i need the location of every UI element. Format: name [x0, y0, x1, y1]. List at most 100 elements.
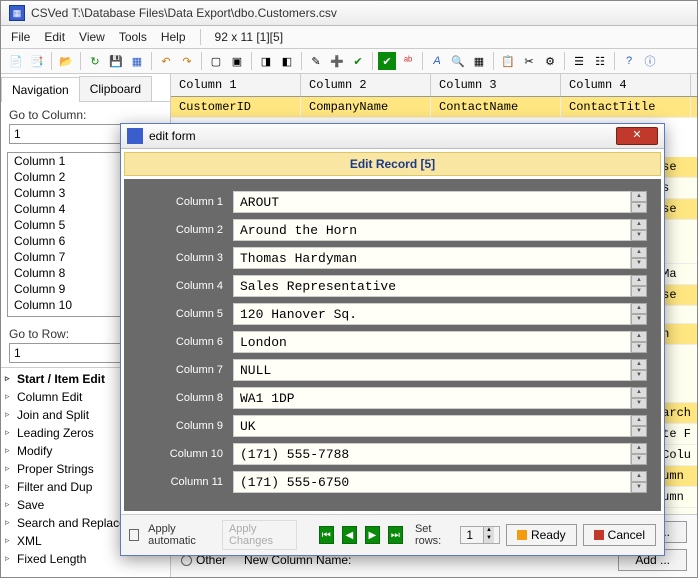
- ab-icon[interactable]: ᵃᵇ: [399, 52, 417, 70]
- cell[interactable]: CustomerID: [171, 97, 301, 117]
- field-input-4[interactable]: [233, 275, 631, 297]
- spinner[interactable]: ▲▼: [631, 219, 647, 241]
- menu-view[interactable]: View: [79, 30, 105, 44]
- cancel-button[interactable]: Cancel: [583, 524, 656, 546]
- new-icon[interactable]: 📄: [7, 52, 25, 70]
- field-row-9: Column 9▲▼: [138, 415, 647, 437]
- prev-record-button[interactable]: ◀: [342, 526, 357, 544]
- save-icon[interactable]: 💾: [107, 52, 125, 70]
- field-input-1[interactable]: [233, 191, 631, 213]
- window-title: CSVed T:\Database Files\Data Export\dbo.…: [31, 6, 337, 20]
- spinner[interactable]: ▲▼: [631, 247, 647, 269]
- ready-button[interactable]: Ready: [506, 524, 577, 546]
- spinner[interactable]: ▲▼: [631, 471, 647, 493]
- dialog-title: edit form: [149, 129, 196, 143]
- first-record-button[interactable]: ⏮: [319, 526, 334, 544]
- next-record-button[interactable]: ▶: [365, 526, 380, 544]
- field-row-2: Column 2▲▼: [138, 219, 647, 241]
- menu-edit[interactable]: Edit: [44, 30, 65, 44]
- field-input-11[interactable]: [233, 471, 631, 493]
- field-row-10: Column 10▲▼: [138, 443, 647, 465]
- table-row[interactable]: CustomerID CompanyName ContactName Conta…: [171, 97, 697, 118]
- search-icon[interactable]: 🔍: [449, 52, 467, 70]
- spinner[interactable]: ▲▼: [631, 359, 647, 381]
- menubar: File Edit View Tools Help 92 x 11 [1][5]: [1, 26, 697, 49]
- file-stats: 92 x 11 [1][5]: [215, 30, 284, 44]
- save-all-icon[interactable]: ▦: [128, 52, 146, 70]
- undo-icon[interactable]: ↶: [157, 52, 175, 70]
- apply-auto-label: Apply automatic: [148, 523, 212, 547]
- cell[interactable]: CompanyName: [301, 97, 431, 117]
- menu-help[interactable]: Help: [161, 30, 186, 44]
- field-input-7[interactable]: [233, 359, 631, 381]
- spinner[interactable]: ▲▼: [631, 331, 647, 353]
- help-icon[interactable]: ?: [620, 52, 638, 70]
- dialog-titlebar[interactable]: edit form ✕: [121, 124, 664, 149]
- dialog-icon: [127, 128, 143, 144]
- field-row-6: Column 6▲▼: [138, 331, 647, 353]
- list-icon[interactable]: ☰: [570, 52, 588, 70]
- redo-icon[interactable]: ↷: [178, 52, 196, 70]
- dialog-footer: Apply automatic Apply Changes ⏮ ◀ ▶ ⏭ Se…: [121, 514, 664, 555]
- spinner[interactable]: ▲▼: [631, 387, 647, 409]
- settings-icon[interactable]: ✂: [520, 52, 538, 70]
- info-icon[interactable]: ⓘ: [641, 52, 659, 70]
- last-record-button[interactable]: ⏭: [388, 526, 403, 544]
- set-rows-label: Set rows:: [415, 523, 452, 547]
- col-header[interactable]: Column 4: [561, 74, 691, 96]
- gear-icon[interactable]: ⚙: [541, 52, 559, 70]
- grid-header-row: Column 1 Column 2 Column 3 Column 4: [171, 74, 697, 97]
- field-input-10[interactable]: [233, 443, 631, 465]
- spinner[interactable]: ▲▼: [631, 275, 647, 297]
- tool-d-icon[interactable]: ◧: [278, 52, 296, 70]
- font-icon[interactable]: A: [428, 52, 446, 70]
- col-header[interactable]: Column 3: [431, 74, 561, 96]
- field-row-11: Column 11▲▼: [138, 471, 647, 493]
- tab-clipboard[interactable]: Clipboard: [79, 76, 152, 101]
- field-input-9[interactable]: [233, 415, 631, 437]
- field-input-3[interactable]: [233, 247, 631, 269]
- cell[interactable]: ContactName: [431, 97, 561, 117]
- apply-changes-button[interactable]: Apply Changes: [222, 520, 297, 550]
- close-button[interactable]: ✕: [616, 127, 658, 145]
- edit-icon[interactable]: ✎: [307, 52, 325, 70]
- apply-auto-check[interactable]: [129, 529, 139, 541]
- set-rows-spinner[interactable]: 1▲▼: [460, 526, 500, 544]
- field-row-8: Column 8▲▼: [138, 387, 647, 409]
- field-row-5: Column 5▲▼: [138, 303, 647, 325]
- tab-navigation[interactable]: Navigation: [1, 77, 80, 102]
- spinner[interactable]: ▲▼: [631, 415, 647, 437]
- col-header[interactable]: Column 1: [171, 74, 301, 96]
- field-input-6[interactable]: [233, 331, 631, 353]
- edit-form-dialog: edit form ✕ Edit Record [5] Column 1▲▼ C…: [120, 123, 665, 556]
- tool-b-icon[interactable]: ▣: [228, 52, 246, 70]
- view-icon[interactable]: ▦: [470, 52, 488, 70]
- check2-icon[interactable]: ✔: [378, 52, 396, 70]
- list2-icon[interactable]: ☷: [591, 52, 609, 70]
- spinner[interactable]: ▲▼: [631, 303, 647, 325]
- menu-tools[interactable]: Tools: [119, 30, 147, 44]
- check-icon[interactable]: ✔: [349, 52, 367, 70]
- goto-row-label: Go to Row:: [9, 327, 69, 341]
- tool-c-icon[interactable]: ◨: [257, 52, 275, 70]
- spinner[interactable]: ▲▼: [631, 443, 647, 465]
- field-row-7: Column 7▲▼: [138, 359, 647, 381]
- refresh-icon[interactable]: ↻: [86, 52, 104, 70]
- copy-icon[interactable]: 📑: [28, 52, 46, 70]
- export-icon[interactable]: 📋: [499, 52, 517, 70]
- field-row-4: Column 4▲▼: [138, 275, 647, 297]
- open-icon[interactable]: 📂: [57, 52, 75, 70]
- field-input-5[interactable]: [233, 303, 631, 325]
- field-input-2[interactable]: [233, 219, 631, 241]
- goto-column-label: Go to Column:: [9, 108, 86, 122]
- dialog-header: Edit Record [5]: [124, 152, 661, 176]
- app-icon: ▦: [9, 5, 25, 21]
- field-input-8[interactable]: [233, 387, 631, 409]
- col-header[interactable]: Column 2: [301, 74, 431, 96]
- add-row-icon[interactable]: ➕: [328, 52, 346, 70]
- cell[interactable]: ContactTitle: [561, 97, 691, 117]
- menu-file[interactable]: File: [11, 30, 30, 44]
- tool-a-icon[interactable]: ▢: [207, 52, 225, 70]
- spinner[interactable]: ▲▼: [631, 191, 647, 213]
- menu-separator: [200, 29, 201, 45]
